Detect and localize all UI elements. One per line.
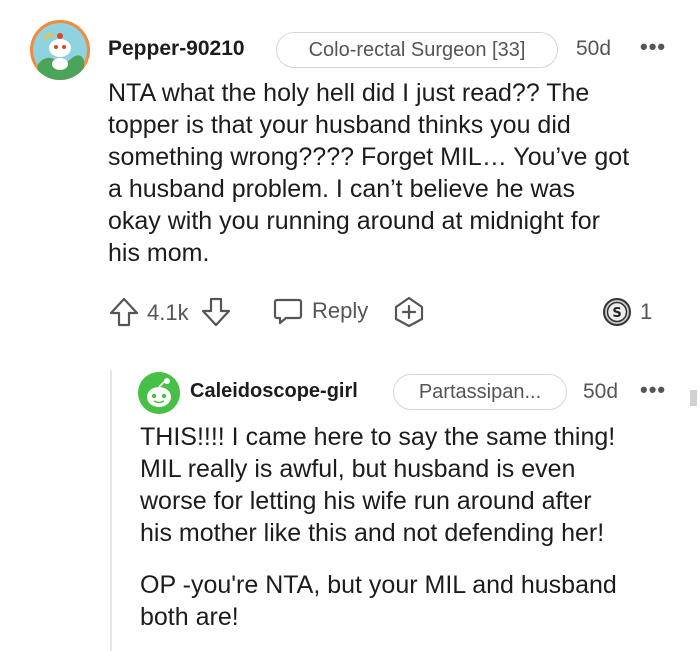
comment-age: 50d [583, 380, 619, 403]
reply-body: THIS!!!! I came here to say the same thi… [140, 421, 688, 633]
silver-award-icon: S [603, 298, 631, 326]
comment-body-line: okay with you running around at midnight… [108, 207, 600, 235]
user-flair: Colo-rectal Surgeon [33] [276, 32, 558, 68]
reply-body-line: both are! [140, 603, 239, 631]
speech-bubble-icon [273, 298, 303, 325]
awards-received[interactable]: S 1 [602, 297, 652, 327]
username[interactable]: Caleidoscope-girl [190, 380, 358, 403]
comment-body-line: his mom. [108, 239, 210, 267]
avatar[interactable] [138, 372, 180, 414]
upvote-button[interactable] [108, 296, 140, 328]
comment-body-line: topper is that your husband thinks you d… [108, 111, 571, 139]
reply-body-line: MIL really is awful, but husband is even [140, 455, 576, 483]
downvote-button[interactable] [200, 296, 232, 328]
comment-body-line: a husband problem. I can’t believe he wa… [108, 175, 575, 203]
svg-text:S: S [612, 306, 621, 321]
arrow-down-icon [201, 297, 231, 327]
more-options-icon[interactable]: ••• [640, 377, 666, 403]
more-options-icon[interactable]: ••• [640, 34, 666, 60]
scrollbar-thumb[interactable] [690, 390, 697, 406]
arrow-up-icon [109, 297, 139, 327]
avatar[interactable] [30, 20, 90, 80]
comment-age: 50d [576, 37, 612, 60]
reply-body-line: THIS!!!! I came here to say the same thi… [140, 423, 616, 451]
vote-count: 4.1k [147, 300, 189, 325]
comment-body-line: something wrong???? Forget MIL… You’ve g… [108, 143, 630, 171]
comment-body-line: NTA what the holy hell did I just read??… [108, 79, 590, 107]
reply-body-line: OP -you're NTA, but your MIL and husband [140, 571, 617, 599]
award-count: 1 [640, 299, 653, 324]
username[interactable]: Pepper-90210 [108, 37, 245, 61]
reply-button[interactable]: Reply [272, 295, 368, 327]
snoo-avatar-icon [138, 372, 180, 414]
snoo-avatar-icon [30, 20, 90, 80]
plus-award-icon [394, 296, 424, 328]
give-award-button[interactable] [392, 295, 426, 329]
comment-actions: 4.1k Reply S 1 [108, 292, 668, 332]
user-flair: Partassipan... [393, 374, 567, 410]
reply-body-line: worse for letting his wife run around af… [140, 487, 592, 515]
thread-line[interactable] [110, 370, 112, 651]
reply-label: Reply [312, 298, 369, 323]
reply-body-line: his mother like this and not defending h… [140, 519, 605, 547]
comment-body: NTA what the holy hell did I just read??… [108, 77, 688, 269]
